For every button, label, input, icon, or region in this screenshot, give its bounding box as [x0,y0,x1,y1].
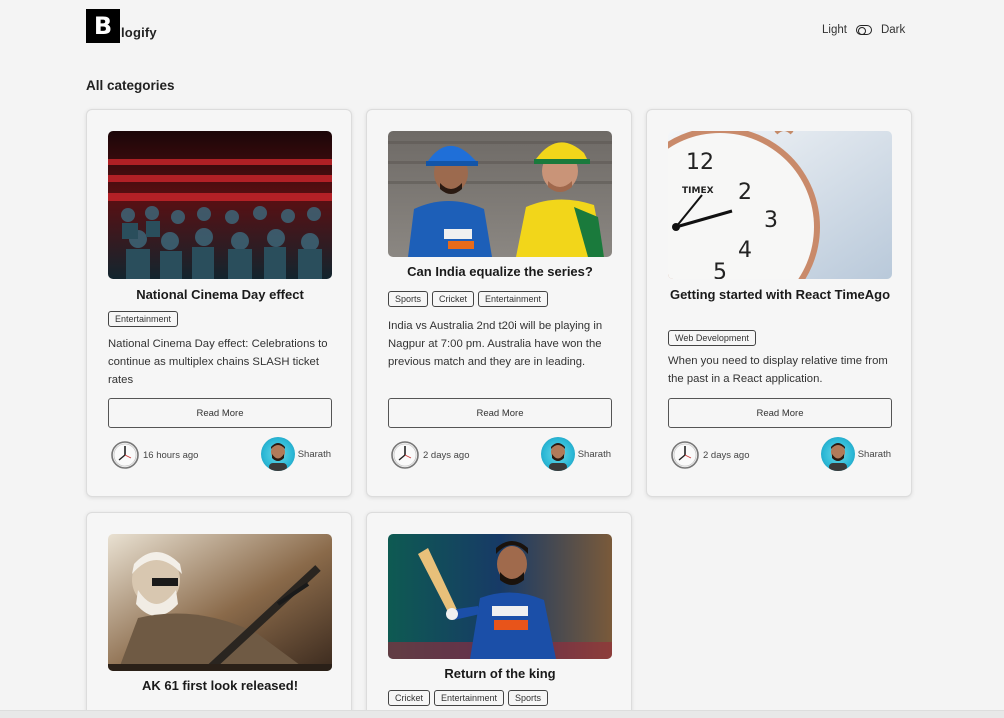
post-description: National Cinema Day effect: Celebrations… [108,338,328,386]
svg-text:TIMEX: TIMEX [682,186,714,196]
theme-switch[interactable] [855,25,872,35]
author-name: Sharath [857,448,891,460]
post-time: 2 days ago [390,440,469,470]
post-card: National Cinema Day effect Entertainment… [86,109,352,497]
post-card: AK 61 first look released! [86,512,352,718]
post-time: 2 days ago [670,440,749,470]
post-card: Can India equalize the series? Sports Cr… [366,109,632,497]
horizontal-scrollbar[interactable] [0,710,1004,718]
read-more-button[interactable]: Read More [108,398,332,428]
author-avatar[interactable] [540,437,575,471]
tag[interactable]: Cricket [388,690,431,706]
post-title[interactable]: Getting started with React TimeAgo [663,285,897,305]
read-more-button[interactable]: Read More [668,398,892,428]
tag[interactable]: Entertainment [108,311,179,327]
post-time: 16 hours ago [110,440,198,470]
logo-mark: B [86,9,120,43]
tag[interactable]: Sports [388,291,429,307]
movie-poster-image[interactable] [108,534,332,671]
author-name: Sharath [577,448,611,460]
tag[interactable]: Entertainment [478,291,549,307]
post-title[interactable]: Return of the king [383,664,617,684]
time-ago: 2 days ago [423,449,470,461]
post-tags: Cricket Entertainment Sports [388,690,549,706]
post-author: Sharath [540,437,611,471]
post-description: When you need to display relative time f… [668,355,888,385]
svg-text:12: 12 [686,150,714,175]
section-title: All categories [86,78,175,93]
svg-text:2: 2 [738,180,752,205]
post-tags: Entertainment [108,311,179,327]
post-title[interactable]: AK 61 first look released! [103,676,337,696]
read-more-button[interactable]: Read More [388,398,612,428]
time-ago: 2 days ago [703,449,750,461]
author-name: Sharath [297,448,331,460]
svg-text:3: 3 [764,208,778,233]
tag[interactable]: Sports [508,690,549,706]
post-title[interactable]: National Cinema Day effect [103,285,337,305]
tag[interactable]: Web Development [668,330,756,346]
cricketer-celebration-image[interactable] [388,534,612,659]
post-title[interactable]: Can India equalize the series? [383,262,617,282]
author-avatar[interactable] [820,437,855,471]
post-author: Sharath [260,437,331,471]
post-card: Return of the king Cricket Entertainment… [366,512,632,718]
clock-icon [671,441,699,469]
post-tags: Web Development [668,330,756,346]
svg-text:4: 4 [738,238,752,263]
svg-text:5: 5 [713,260,727,279]
post-tags: Sports Cricket Entertainment [388,291,549,307]
cinema-audience-image[interactable] [108,131,332,279]
tag[interactable]: Entertainment [434,690,505,706]
clock-icon [111,441,139,469]
dark-label: Dark [880,24,906,36]
theme-toggle: Light Dark [822,24,905,36]
time-ago: 16 hours ago [143,449,199,461]
logo-text: logify [121,24,157,40]
tag[interactable]: Cricket [432,291,475,307]
post-card: 12 2 4 3 5 TIMEX Getting started with Re… [646,109,912,497]
cricket-captains-image[interactable] [388,131,612,257]
light-label: Light [822,24,847,36]
blog-page: B logify Light Dark All categories Natio… [0,0,1004,718]
post-description: India vs Australia 2nd t20i will be play… [388,320,603,368]
clock-icon [391,441,419,469]
clock-image[interactable]: 12 2 4 3 5 TIMEX [668,131,892,279]
post-author: Sharath [820,437,891,471]
author-avatar[interactable] [260,437,295,471]
brand-logo[interactable]: B logify [86,9,157,43]
